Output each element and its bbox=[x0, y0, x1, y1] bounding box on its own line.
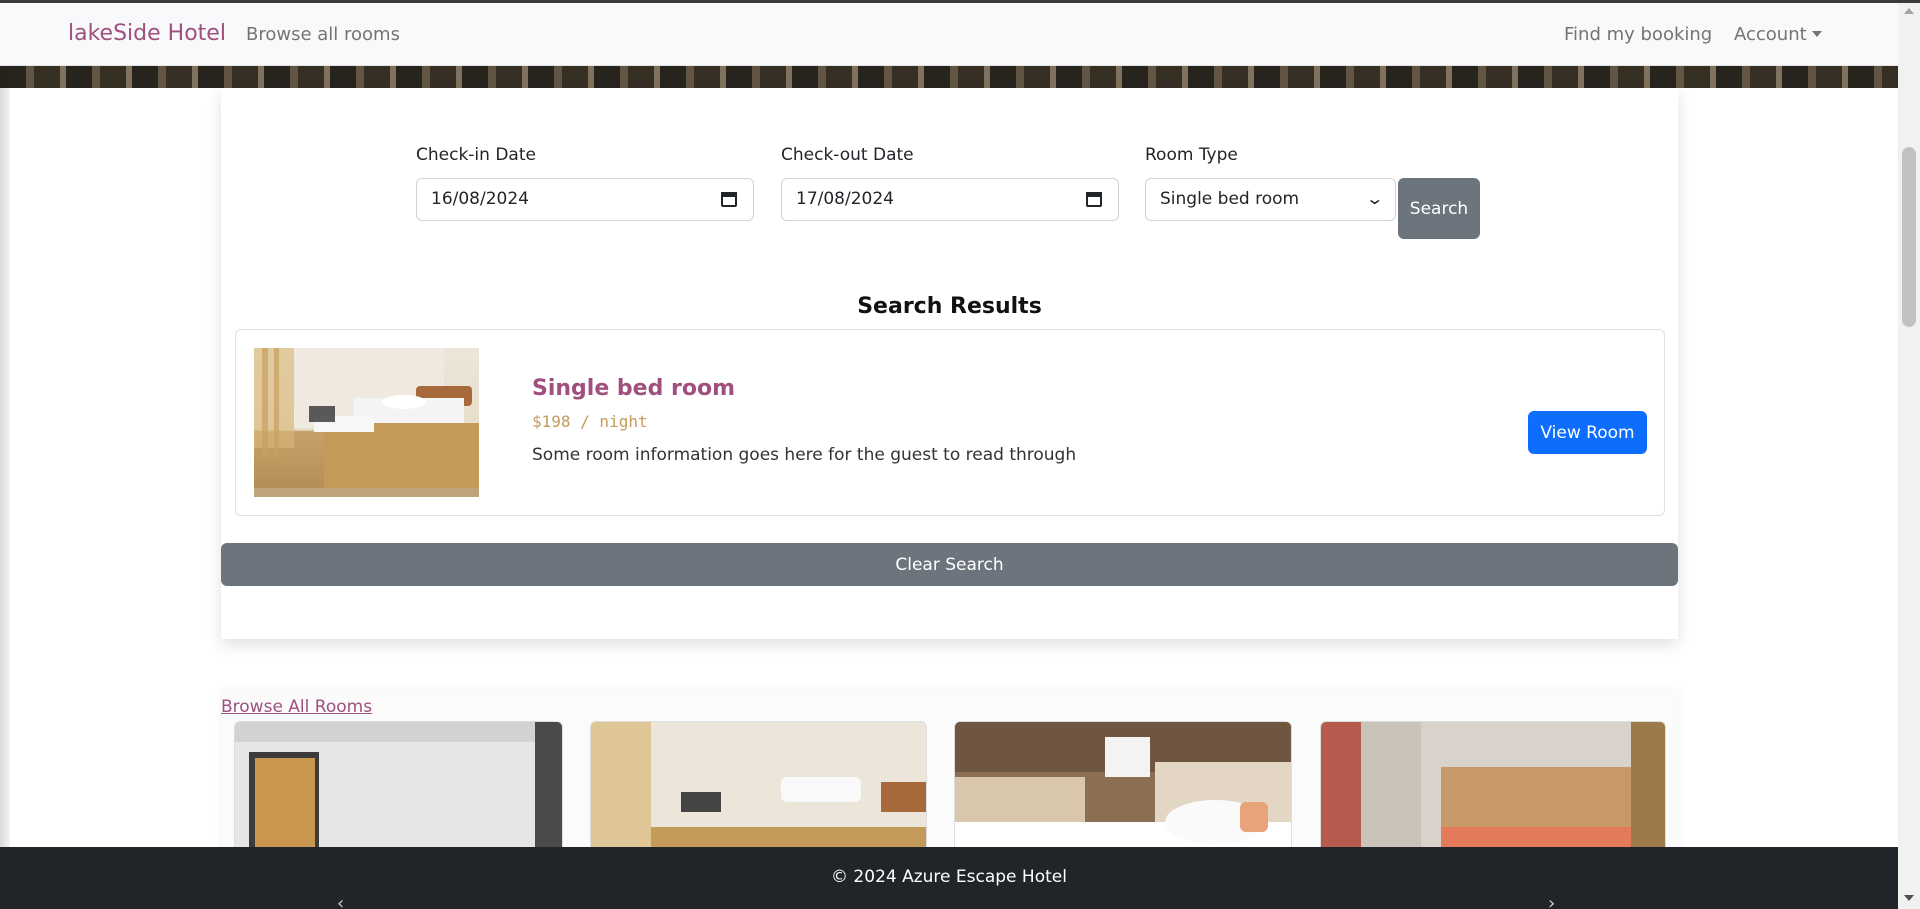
room-type-value: Single bed room bbox=[1160, 189, 1300, 209]
window-top-edge bbox=[0, 0, 1920, 3]
scroll-up-arrow-icon[interactable] bbox=[1904, 8, 1914, 14]
search-button[interactable]: Search bbox=[1398, 178, 1480, 239]
scroll-down-arrow-icon[interactable] bbox=[1904, 895, 1914, 901]
carousel-prev-arrow[interactable]: ‹ bbox=[337, 893, 344, 909]
room-photo[interactable] bbox=[254, 348, 479, 497]
navbar: lakeSide Hotel Browse all rooms Find my … bbox=[0, 3, 1898, 66]
room-price: $198 / night bbox=[532, 412, 648, 431]
hero-banner-strip bbox=[0, 65, 1898, 88]
footer: ‹ © 2024 Azure Escape Hotel › bbox=[0, 847, 1898, 909]
clear-search-button[interactable]: Clear Search bbox=[221, 543, 1678, 586]
page-left-edge bbox=[0, 0, 10, 909]
room-type-select[interactable]: Single bed room ⌄ bbox=[1145, 178, 1396, 221]
room-type-label: Room Type bbox=[1145, 145, 1238, 165]
room-result-card: Single bed room $198 / night Some room i… bbox=[235, 329, 1665, 516]
checkin-date-input[interactable]: 16/08/2024 bbox=[416, 178, 754, 221]
checkout-date-value: 17/08/2024 bbox=[796, 189, 894, 209]
scroll-thumb[interactable] bbox=[1902, 147, 1916, 327]
nav-browse-all-rooms[interactable]: Browse all rooms bbox=[246, 24, 400, 45]
carousel-room-photo[interactable] bbox=[590, 721, 927, 851]
checkin-label: Check-in Date bbox=[416, 145, 536, 165]
account-label: Account bbox=[1734, 24, 1807, 45]
calendar-icon[interactable] bbox=[1086, 192, 1102, 207]
room-name[interactable]: Single bed room bbox=[532, 376, 735, 401]
footer-copyright: © 2024 Azure Escape Hotel bbox=[831, 867, 1067, 887]
carousel-next-arrow[interactable]: › bbox=[1548, 893, 1555, 909]
checkout-date-input[interactable]: 17/08/2024 bbox=[781, 178, 1119, 221]
chevron-down-icon: ⌄ bbox=[1364, 189, 1384, 208]
room-description: Some room information goes here for the … bbox=[532, 445, 1077, 465]
room-search-card: Check-in Date 16/08/2024 Check-out Date … bbox=[221, 88, 1678, 639]
browse-all-rooms-link[interactable]: Browse All Rooms bbox=[221, 697, 372, 717]
caret-down-icon bbox=[1811, 31, 1822, 37]
brand-logo[interactable]: lakeSide Hotel bbox=[68, 21, 226, 46]
view-room-button[interactable]: View Room bbox=[1528, 411, 1647, 454]
carousel-room-photo[interactable] bbox=[234, 721, 563, 851]
nav-find-my-booking[interactable]: Find my booking bbox=[1564, 24, 1712, 45]
nav-account-dropdown[interactable]: Account bbox=[1734, 24, 1822, 45]
carousel-room-photo[interactable] bbox=[954, 721, 1292, 851]
page-scrollbar[interactable] bbox=[1898, 0, 1920, 909]
carousel-room-photo[interactable] bbox=[1320, 721, 1666, 851]
search-results-title: Search Results bbox=[857, 294, 1042, 319]
calendar-icon[interactable] bbox=[721, 192, 737, 207]
checkin-date-value: 16/08/2024 bbox=[431, 189, 529, 209]
checkout-label: Check-out Date bbox=[781, 145, 914, 165]
